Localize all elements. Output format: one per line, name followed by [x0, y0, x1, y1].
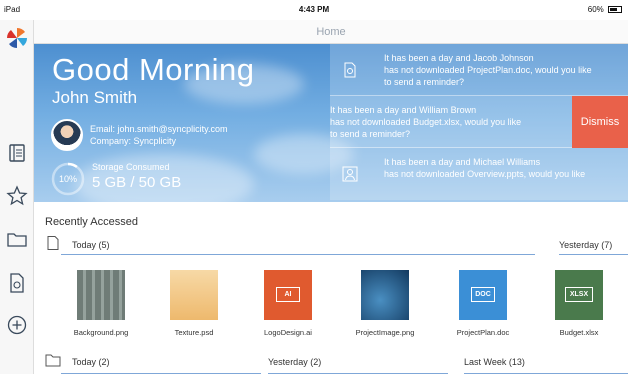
avatar[interactable]: [51, 119, 83, 151]
group-label: Today (5): [72, 240, 110, 250]
xlsx-file-icon: XLSX: [555, 270, 603, 320]
notification-line: has not downloaded Budget.xlsx, would yo…: [330, 117, 522, 127]
notification-line: has not downloaded ProjectPlan.doc, woul…: [384, 65, 592, 75]
section-title: Recently Accessed: [45, 216, 138, 228]
sidebar: [0, 20, 34, 374]
notification-line: to send a reminder?: [330, 129, 411, 139]
plus-circle-icon[interactable]: [6, 314, 28, 336]
user-email: Email: john.smith@syncplicity.com: [90, 124, 228, 134]
status-bar: iPad 4:43 PM 60%: [0, 0, 628, 20]
file-item[interactable]: Texture.psd: [151, 270, 237, 337]
storage-label: Storage Consumed: [92, 162, 170, 172]
app-logo-icon[interactable]: [5, 26, 29, 50]
notification-item[interactable]: It has been a day and Michael Williams h…: [330, 148, 628, 200]
file-name: Background.png: [73, 328, 129, 337]
battery-percent: 60%: [587, 5, 604, 14]
book-icon[interactable]: [6, 142, 28, 164]
file-name: Texture.psd: [174, 328, 214, 337]
status-time: 4:43 PM: [298, 5, 330, 14]
group-label: Yesterday (7): [559, 240, 613, 250]
battery-indicator: 60%: [588, 0, 622, 20]
file-name: ProjectImage.png: [355, 328, 415, 337]
storage-value: 5 GB / 50 GB: [92, 174, 182, 191]
greeting: Good Morning: [52, 52, 255, 87]
file-item[interactable]: XLSX Budget.xlsx: [536, 270, 622, 337]
nav-bar: Home: [34, 20, 628, 44]
notification-line: It has been a day and William Brown: [330, 105, 477, 115]
group-label: Yesterday (2): [268, 357, 322, 367]
file-item[interactable]: ProjectImage.png: [342, 270, 428, 337]
notification-line: has not downloaded Overview.ppts, would …: [384, 169, 586, 179]
image-thumbnail: [361, 270, 409, 320]
file-item[interactable]: DOC ProjectPlan.doc: [440, 270, 526, 337]
user-company: Company: Syncplicity: [90, 136, 177, 146]
group-label: Today (2): [72, 357, 110, 367]
file-item[interactable]: AI LogoDesign.ai: [245, 270, 331, 337]
doc-file-icon: DOC: [459, 270, 507, 320]
shared-file-icon[interactable]: [6, 272, 28, 294]
file-name: Budget.xlsx: [559, 328, 599, 337]
file-name: LogoDesign.ai: [264, 328, 312, 337]
image-thumbnail: [170, 270, 218, 320]
folder-icon[interactable]: [6, 228, 28, 250]
page-title: Home: [316, 26, 346, 38]
notification-line: to send a reminder?: [384, 77, 465, 87]
notification-line: It has been a day and Michael Williams: [384, 157, 541, 167]
group-header-yesterday-2[interactable]: Yesterday (2): [268, 357, 458, 374]
group-header-last-week[interactable]: Last Week (13): [464, 357, 628, 374]
hero-banner: Good Morning John Smith Email: john.smit…: [34, 44, 628, 202]
user-icon: [342, 166, 358, 182]
user-name: John Smith: [52, 88, 138, 107]
group-label: Last Week (13): [464, 357, 525, 367]
file-name: ProjectPlan.doc: [456, 328, 510, 337]
storage-percent: 10%: [58, 174, 77, 184]
image-thumbnail: [77, 270, 125, 320]
folder-icon: [45, 354, 61, 367]
notification-list: It has been a day and Jacob Johnson has …: [330, 44, 628, 202]
dismiss-button[interactable]: Dismiss: [572, 96, 628, 148]
group-header-yesterday[interactable]: Yesterday (7): [559, 240, 628, 255]
notification-item[interactable]: It has been a day and Jacob Johnson has …: [330, 44, 628, 96]
ai-file-icon: AI: [264, 270, 312, 320]
file-icon: [47, 236, 59, 250]
notification-line: It has been a day and Jacob Johnson: [384, 53, 534, 63]
file-item[interactable]: Background.png: [58, 270, 144, 337]
file-type-badge: AI: [276, 287, 300, 302]
file-type-badge: XLSX: [565, 287, 593, 302]
shared-file-icon: [344, 62, 356, 78]
star-icon[interactable]: [6, 185, 28, 207]
file-type-badge: DOC: [471, 287, 495, 302]
battery-icon: [608, 6, 622, 14]
